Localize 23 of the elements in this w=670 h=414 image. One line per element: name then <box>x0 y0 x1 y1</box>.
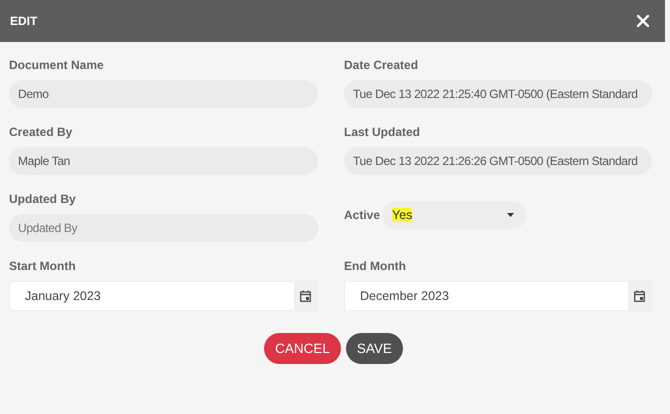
save-button[interactable]: SAVE <box>346 333 403 364</box>
input-field[interactable]: Tue Dec 13 2022 21:26:26 GMT-0500 (Eastern Standard <box>344 147 652 175</box>
calendar-icon[interactable] <box>300 290 311 302</box>
calendar-icon[interactable] <box>634 290 645 302</box>
dialog-title: EDIT <box>10 14 38 28</box>
input-field[interactable]: Demo <box>9 80 318 108</box>
field-label: Document Name <box>9 57 105 73</box>
field-label: Date Created <box>344 57 420 73</box>
input-field[interactable]: Tue Dec 13 2022 21:25:40 GMT-0500 (Eastern Standard <box>344 80 652 108</box>
input-field[interactable]: Updated By <box>9 214 318 242</box>
cancel-button[interactable]: CANCEL <box>264 333 341 364</box>
field-label: End Month <box>344 258 407 274</box>
input-field[interactable]: Maple Tan <box>9 147 318 175</box>
field-label: Active <box>344 207 380 223</box>
close-icon[interactable] <box>637 15 649 27</box>
field-label: Start Month <box>9 258 77 274</box>
select-field[interactable]: Yes <box>382 201 526 229</box>
caret-icon <box>507 213 514 217</box>
field-label: Updated By <box>9 191 77 207</box>
month-field[interactable]: December 2023 <box>344 281 652 311</box>
field-label: Created By <box>9 124 74 140</box>
field-label: Last Updated <box>344 124 422 140</box>
month-field[interactable]: January 2023 <box>9 281 318 311</box>
